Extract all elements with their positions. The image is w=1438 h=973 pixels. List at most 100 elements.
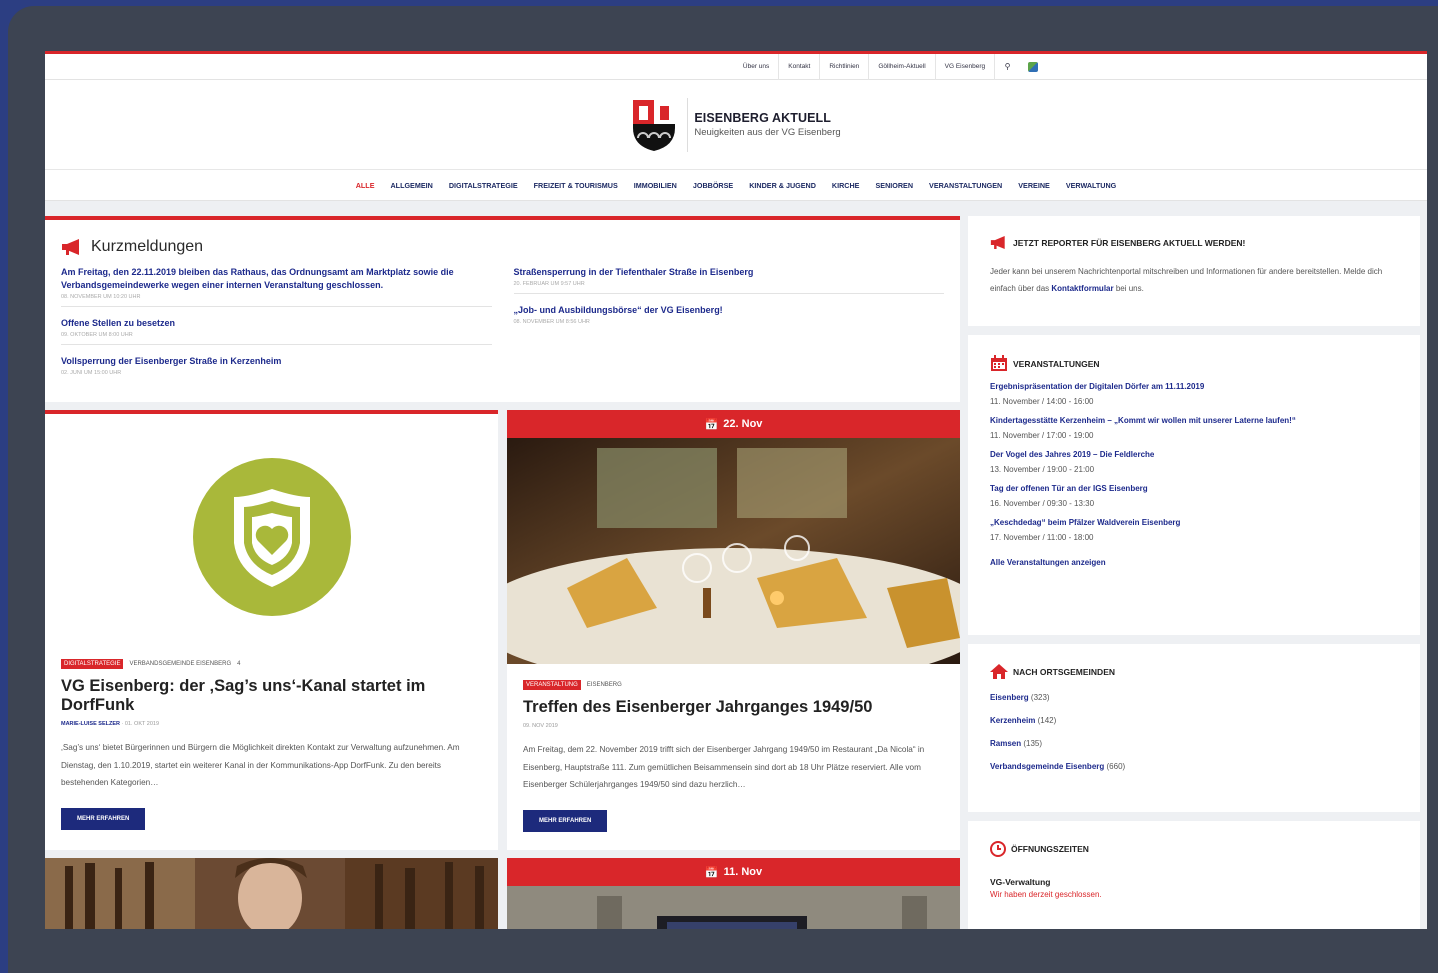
topbar-link-ueber-uns[interactable]: Über uns	[734, 54, 778, 80]
calendar-icon	[991, 355, 1007, 371]
home-icon	[990, 664, 1008, 679]
topbar-link-goellheim[interactable]: Göllheim-Aktuell	[868, 54, 934, 80]
post-title[interactable]: Treffen des Eisenberger Jahrganges 1949/…	[523, 698, 944, 717]
event-title[interactable]: „Keschdedag“ beim Pfälzer Waldverein Eis…	[990, 518, 1398, 527]
post-card-nov11: 📅 11. Nov	[507, 858, 960, 929]
nav-item-digitalstrategie[interactable]: DIGITALSTRATEGIE	[441, 181, 526, 190]
kurzmeldungen-title: Kurzmeldungen	[91, 238, 204, 255]
event-item[interactable]: „Keschdedag“ beim Pfälzer Waldverein Eis…	[990, 518, 1398, 542]
nav-item-vereine[interactable]: VEREINE	[1010, 181, 1058, 190]
read-more-button[interactable]: MEHR ERFAHREN	[61, 807, 146, 830]
event-time: 11. November / 17:00 - 19:00	[990, 431, 1094, 440]
kurz-item-title[interactable]: Am Freitag, den 22.11.2019 bleiben das R…	[61, 266, 492, 292]
event-item[interactable]: Der Vogel des Jahres 2019 – Die Feldlerc…	[990, 450, 1398, 474]
event-title[interactable]: Kindertagesstätte Kerzenheim – „Kommt wi…	[990, 416, 1398, 425]
kurz-item-title[interactable]: Straßensperrung in der Tiefenthaler Stra…	[514, 266, 945, 279]
events-title: VERANSTALTUNGEN	[1013, 358, 1100, 369]
event-title[interactable]: Tag der offenen Tür an der IGS Eisenberg	[990, 484, 1398, 493]
nav-item-allgemein[interactable]: ALLGEMEIN	[382, 181, 440, 190]
site-title: EISENBERG AKTUELL	[694, 111, 832, 125]
nav-item-immobilien[interactable]: IMMOBILIEN	[626, 181, 685, 190]
hours-status: Wir haben derzeit geschlossen.	[990, 890, 1102, 899]
contact-form-link[interactable]: Kontaktformular	[1051, 284, 1113, 293]
ortsgemeinde-item[interactable]: Kerzenheim (142)	[990, 716, 1398, 725]
nav-item-kirche[interactable]: KIRCHE	[824, 181, 868, 190]
post-author[interactable]: MARIE-LUISE SELZER	[61, 721, 120, 727]
kurz-item-title[interactable]: Offene Stellen zu besetzen	[61, 317, 492, 330]
nav-item-alle[interactable]: ALLE	[348, 181, 383, 190]
event-time: 13. November / 19:00 - 21:00	[990, 465, 1095, 474]
category-tag[interactable]: VERANSTALTUNG	[523, 680, 581, 690]
reporter-widget: JETZT REPORTER FÜR EISENBERG AKTUELL WER…	[968, 216, 1420, 326]
reporter-text-start: Jeder kann bei unserem Nachrichtenportal…	[990, 267, 1383, 293]
ortsgemeinde-item[interactable]: Eisenberg (323)	[990, 693, 1398, 702]
category-link[interactable]: EISENBERG	[587, 682, 622, 688]
kurz-item-title[interactable]: Vollsperrung der Eisenberger Straße in K…	[61, 355, 492, 368]
event-photo[interactable]	[507, 886, 960, 929]
events-heading: VERANSTALTUNGEN	[990, 355, 1398, 372]
ortsgemeinden-heading: NACH ORTSGEMEINDEN	[990, 664, 1398, 679]
shield-heart-icon	[192, 457, 351, 616]
library-photo[interactable]	[45, 858, 498, 929]
nav-item-kinder[interactable]: KINDER & JUGEND	[741, 181, 824, 190]
topbar-link-vg-eisenberg[interactable]: VG Eisenberg	[934, 54, 994, 80]
event-time: 11. November / 14:00 - 16:00	[990, 397, 1094, 406]
brand-divider	[687, 97, 689, 152]
kurz-item-title[interactable]: „Job- und Ausbildungsbörse“ der VG Eisen…	[514, 304, 945, 317]
event-item[interactable]: Ergebnispräsentation der Digitalen Dörfe…	[990, 382, 1398, 406]
event-title[interactable]: Der Vogel des Jahres 2019 – Die Feldlerc…	[990, 450, 1398, 459]
kurzmeldungen-heading: Kurzmeldungen	[61, 238, 944, 256]
reporter-title: JETZT REPORTER FÜR EISENBERG AKTUELL WER…	[1013, 237, 1246, 248]
post-card-dorffunk: DIGITALSTRATEGIE VERBANDSGEMEINDE EISENB…	[45, 410, 498, 850]
ortsgemeinde-name[interactable]: Ramsen	[990, 739, 1021, 748]
category-link[interactable]: VERBANDSGEMEINDE EISENBERG	[129, 661, 231, 667]
kurzmeldungen-panel: Kurzmeldungen Am Freitag, den 22.11.2019…	[45, 216, 960, 402]
kurz-item[interactable]: Am Freitag, den 22.11.2019 bleiben das R…	[61, 264, 492, 307]
kurz-item[interactable]: „Job- und Ausbildungsbörse“ der VG Eisen…	[514, 302, 945, 331]
post-tags: VERANSTALTUNG EISENBERG	[523, 680, 944, 690]
event-time: 16. November / 09:30 - 13:30	[990, 499, 1095, 508]
event-date: 11. Nov	[723, 866, 763, 878]
ortsgemeinde-item[interactable]: Verbandsgemeinde Eisenberg (660)	[990, 762, 1398, 771]
nav-item-freizeit[interactable]: FREIZEIT & TOURISMUS	[526, 181, 626, 190]
post-card-jahrgang: 📅 22. Nov VERANSTALTUNG EISENBERG Treffe…	[507, 410, 960, 850]
nav-item-verwaltung[interactable]: VERWALTUNG	[1058, 181, 1124, 190]
kurz-item-date: 20. FEBRUAR UM 9:57 UHR	[513, 281, 585, 287]
post-tags: DIGITALSTRATEGIE VERBANDSGEMEINDE EISENB…	[61, 659, 482, 669]
megaphone-icon	[990, 236, 1005, 249]
kurz-item[interactable]: Offene Stellen zu besetzen 09. OKTOBER UM…	[61, 315, 492, 345]
kurz-item[interactable]: Straßensperrung in der Tiefenthaler Stra…	[513, 264, 945, 294]
event-title[interactable]: Ergebnispräsentation der Digitalen Dörfe…	[990, 382, 1398, 391]
brand-text[interactable]: EISENBERG AKTUELL Neuigkeiten aus der VG…	[694, 111, 840, 138]
search-icon[interactable]: ⚲	[994, 54, 1020, 80]
ortsgemeinde-count: (135)	[1023, 739, 1043, 748]
kurz-item[interactable]: Vollsperrung der Eisenberger Straße in K…	[61, 353, 492, 382]
comment-count[interactable]: 4	[237, 661, 240, 667]
event-item[interactable]: Tag der offenen Tür an der IGS Eisenberg…	[990, 484, 1398, 508]
nav-item-jobboerse[interactable]: JOBBÖRSE	[685, 181, 741, 190]
ortsgemeinde-name[interactable]: Verbandsgemeinde Eisenberg	[990, 762, 1104, 771]
post-image-shield[interactable]	[45, 414, 498, 659]
category-tag[interactable]: DIGITALSTRATEGIE	[61, 659, 124, 669]
topbar-link-kontakt[interactable]: Kontakt	[778, 54, 819, 80]
clock-icon	[990, 841, 1006, 857]
topbar-link-richtlinien[interactable]: Richtlinien	[819, 54, 868, 80]
read-more-button[interactable]: MEHR ERFAHREN	[523, 809, 608, 832]
post-card-library	[45, 858, 498, 929]
all-events-link[interactable]: Alle Veranstaltungen anzeigen	[990, 558, 1398, 567]
nav-item-senioren[interactable]: SENIOREN	[867, 181, 921, 190]
event-time: 17. November / 11:00 - 18:00	[990, 533, 1094, 542]
post-title[interactable]: VG Eisenberg: der ‚Sag’s uns‘-Kanal star…	[61, 677, 482, 715]
event-item[interactable]: Kindertagesstätte Kerzenheim – „Kommt wi…	[990, 416, 1398, 440]
crest-logo[interactable]	[631, 98, 677, 152]
ortsgemeinde-item[interactable]: Ramsen (135)	[990, 739, 1398, 748]
megaphone-icon	[62, 239, 79, 255]
app-cube-icon[interactable]	[1028, 61, 1039, 72]
restaurant-photo[interactable]	[507, 438, 960, 664]
ortsgemeinde-count: (142)	[1037, 716, 1057, 725]
ortsgemeinde-name[interactable]: Kerzenheim	[990, 716, 1035, 725]
calendar-icon: 📅	[704, 418, 719, 431]
ortsgemeinde-name[interactable]: Eisenberg	[990, 693, 1029, 702]
site-header: EISENBERG AKTUELL Neuigkeiten aus der VG…	[45, 80, 1427, 170]
nav-item-veranstaltungen[interactable]: VERANSTALTUNGEN	[921, 181, 1010, 190]
